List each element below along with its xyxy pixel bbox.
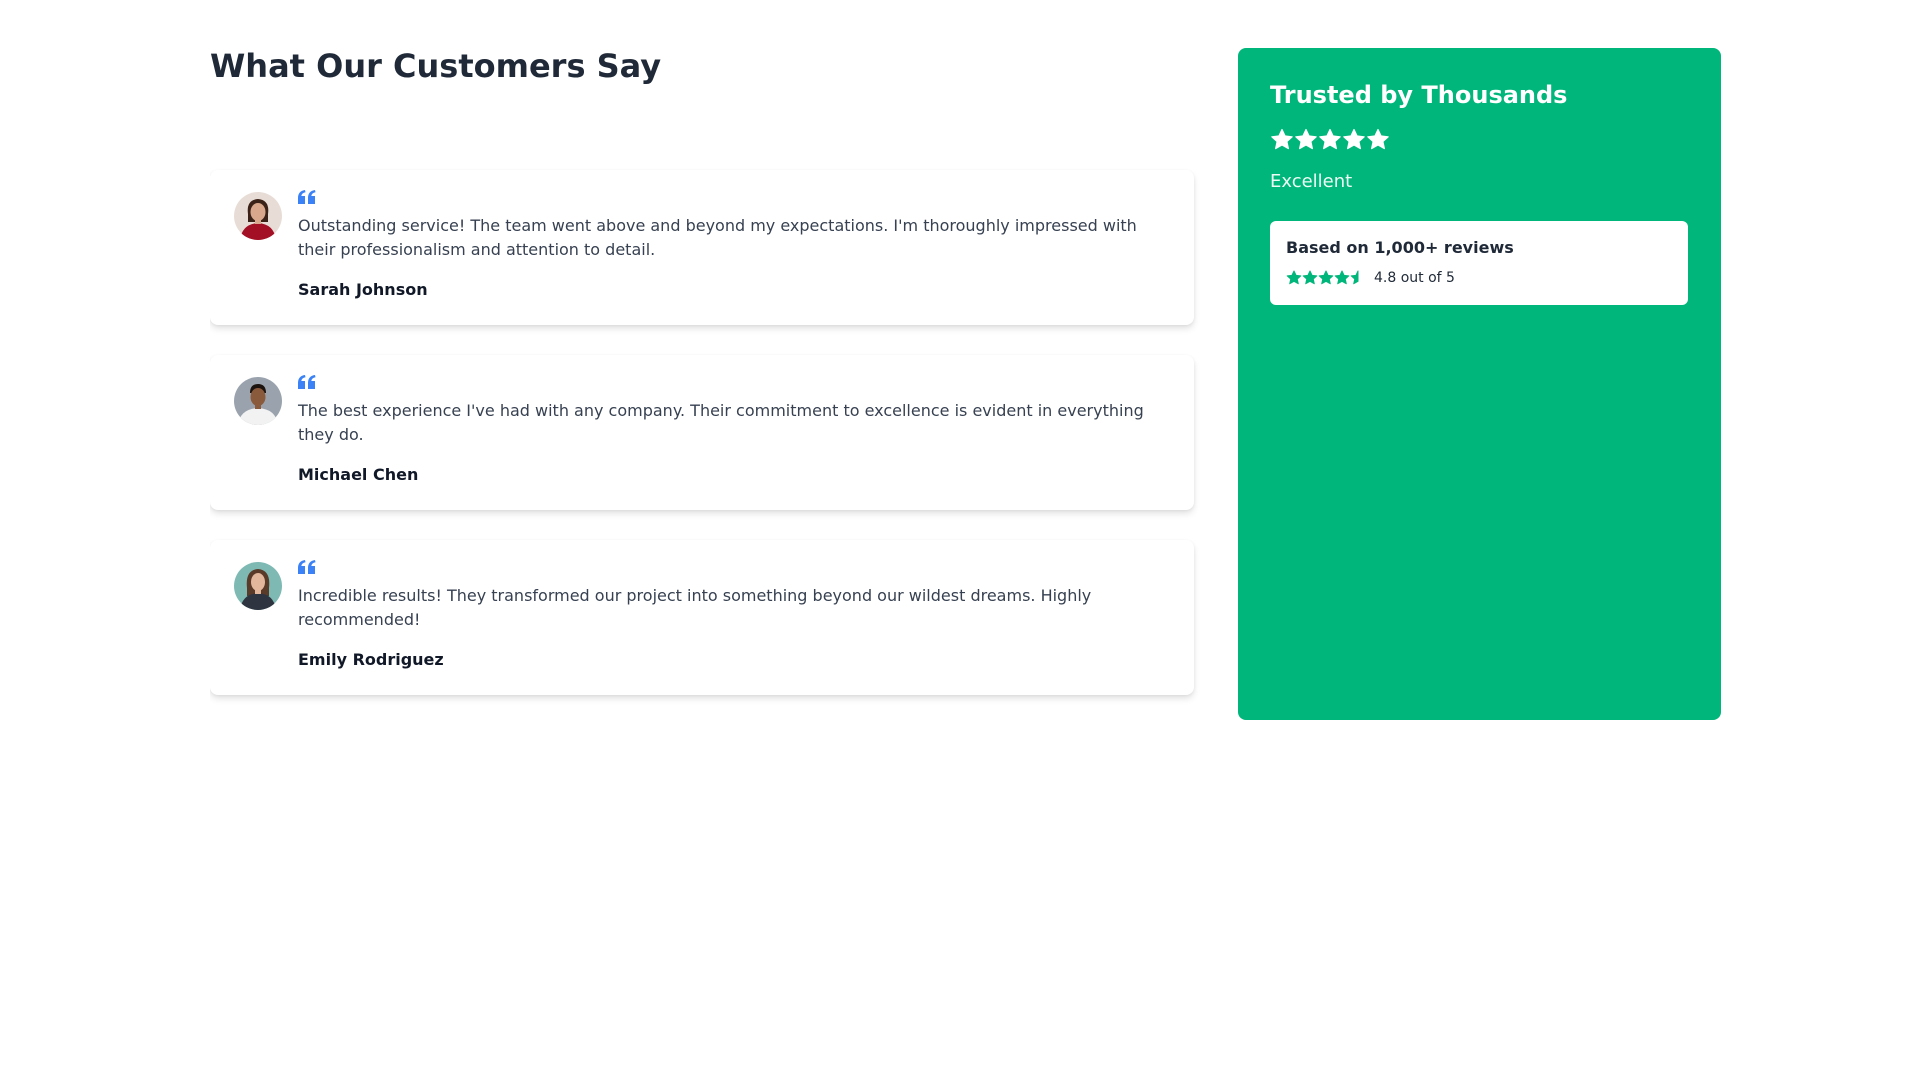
testimonial-author: Sarah Johnson [298,280,428,299]
star-icon [1367,128,1389,150]
star-half-icon [1350,270,1359,285]
testimonial-quote: Outstanding service! The team went above… [298,216,1137,259]
avatar [234,192,282,240]
quote-icon [298,375,316,389]
testimonial-quote: Incredible results! They transformed our… [298,586,1092,629]
trust-title: Trusted by Thousands [1270,81,1568,109]
testimonial-author: Emily Rodriguez [298,650,444,669]
testimonial-card: The best experience I've had with any co… [210,355,1194,510]
star-icon [1286,270,1302,285]
testimonial-quote: The best experience I've had with any co… [298,401,1144,444]
star-icon [1334,270,1350,285]
score-text: 4.8 out of 5 [1374,270,1455,286]
testimonial-list[interactable]: Outstanding service! The team went above… [210,118,1210,720]
reviews-summary: Based on 1,000+ reviews 4.8 out of 5 [1270,221,1688,305]
testimonials-section: What Our Customers Say Outstanding servi… [210,47,1194,695]
page-title: What Our Customers Say [210,47,662,85]
testimonial-card: Incredible results! They transformed our… [210,540,1194,695]
testimonial-card: Outstanding service! The team went above… [210,170,1194,325]
avatar [234,562,282,610]
score-stars [1286,270,1366,286]
rating-stars [1270,128,1390,152]
reviews-count-label: Based on 1,000+ reviews [1286,238,1514,257]
quote-icon [298,190,316,204]
star-icon [1295,128,1317,150]
star-icon [1318,270,1334,285]
star-icon [1302,270,1318,285]
star-icon [1319,128,1341,150]
rating-word: Excellent [1270,171,1353,192]
testimonials-page: What Our Customers Say Outstanding servi… [0,0,1920,1080]
testimonial-author: Michael Chen [298,465,419,484]
avatar [234,377,282,425]
trust-panel: Trusted by Thousands Excellent Based on … [1238,48,1721,720]
quote-icon [298,560,316,574]
star-icon [1343,128,1365,150]
star-icon [1271,128,1293,150]
